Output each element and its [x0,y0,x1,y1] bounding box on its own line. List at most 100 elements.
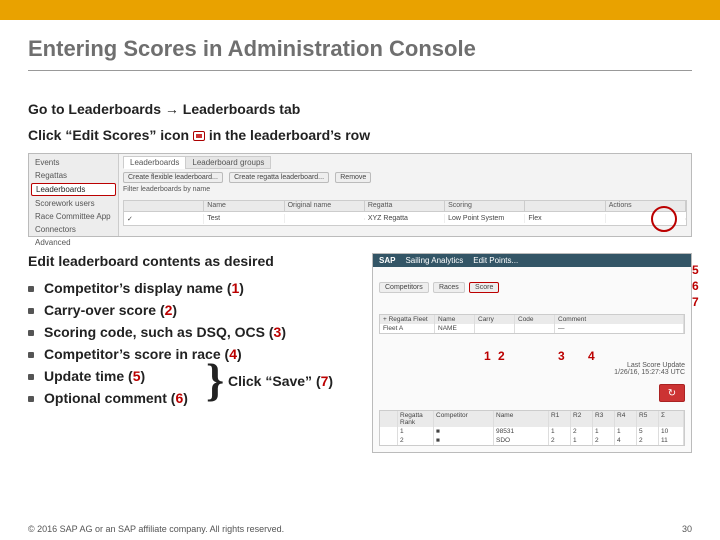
edit-tab: Competitors [379,282,429,293]
callout-5: 5 [692,263,699,277]
refresh-icon: ↻ [659,384,685,402]
col: R2 [571,411,593,427]
cell: 2 [398,436,434,445]
cell: 2 [637,436,659,445]
cell: ■ [434,427,494,436]
col: + Regatta Fleet [380,315,435,324]
instructions-heading: Edit leaderboard contents as desired [28,253,360,269]
arrow-right-icon: → [165,101,179,117]
col: Σ [659,411,684,427]
col: R3 [593,411,615,427]
cell: 2 [549,436,571,445]
cell: 1 [615,427,637,436]
product-name: Sailing Analytics [405,256,463,265]
instr-num: 5 [133,368,141,384]
modal-title: Edit Points... [473,256,518,265]
table-row: 2 ■ SDO 2 1 2 4 2 11 [380,436,684,445]
instr-text: Optional comment [44,390,167,406]
cell: — [555,324,684,333]
step-1: Go to Leaderboards → Leaderboards tab [28,101,692,117]
instr-num: 1 [232,280,240,296]
upper-grid: + Regatta Fleet Name Carry Code Comment … [379,314,685,334]
cell: 10 [659,427,684,436]
instr-num: 3 [274,324,282,340]
col [380,411,398,427]
sidebar-item: Events [29,156,118,169]
col: Original name [285,201,365,211]
callout-1: 1 [484,349,491,363]
admin-console-screenshot: Events Regattas Leaderboards Scorework u… [28,153,692,237]
col: Regatta Rank [398,411,434,427]
page-number: 30 [682,524,692,534]
modal-header: SAP Sailing Analytics Edit Points... [373,254,691,267]
filter-label: Filter leaderboards by name [123,186,210,193]
admin-tabs: LeaderboardsLeaderboard groups [123,156,270,169]
tab-leaderboard-groups: Leaderboard groups [185,156,271,169]
sidebar-item: Advanced [29,236,118,249]
last-score-update: Last Score Update 1/26/16, 15:27:43 UTC [614,362,685,376]
cell: ■ [434,436,494,445]
slide-footer: © 2016 SAP AG or an SAP affiliate compan… [0,524,720,534]
sidebar-item: Connectors [29,223,118,236]
instr-item: Competitor’s display name (1) [28,277,360,299]
admin-table-row: ✓ Test XYZ Regatta Low Point System Flex [123,212,687,226]
step-2-pre: Click “Edit Scores” icon [28,127,193,143]
cell: 1 [398,427,434,436]
instr-text: Carry-over score [44,302,156,318]
step-1-post: Leaderboards tab [179,101,300,117]
callout-4: 4 [588,349,595,363]
btn: Remove [335,172,371,183]
col: Code [515,315,555,324]
instr-text: Competitor’s score in race [44,346,221,362]
admin-sidebar: Events Regattas Leaderboards Scorework u… [29,154,119,236]
copyright: © 2016 SAP AG or an SAP affiliate compan… [28,524,284,534]
col: Actions [606,201,686,211]
cell [475,324,515,333]
cell: 98531 [494,427,549,436]
col [124,201,204,211]
lower-grid: Regatta Rank Competitor Name R1 R2 R3 R4… [379,410,685,446]
cell: Low Point System [445,214,525,223]
instr-text: Competitor’s display name [44,280,223,296]
admin-table-header: Name Original name Regatta Scoring Actio… [123,200,687,212]
col [525,201,605,211]
col: Competitor [434,411,494,427]
instr-text: Update time [44,368,124,384]
cell: SDO [494,436,549,445]
step-2: Click “Edit Scores” icon in the leaderbo… [28,127,692,143]
cell: 5 [637,427,659,436]
col: Comment [555,315,684,324]
table-row: 1 ■ 98531 1 2 1 1 5 10 [380,427,684,436]
instr-item: Carry-over score (2) [28,299,360,321]
instr-item: Competitor’s score in race (4) [28,343,360,365]
callout-7: 7 [692,295,699,309]
sidebar-item: Regattas [29,169,118,182]
callout-3: 3 [558,349,565,363]
cell: 4 [615,436,637,445]
col: Scoring [445,201,525,211]
instructions-list: Competitor’s display name (1) Carry-over… [28,277,360,409]
col: R5 [637,411,659,427]
cell: 2 [593,436,615,445]
copyright-text: © 2016 SAP AG or an SAP affiliate compan… [28,524,284,534]
slide-accent-bar [0,0,720,20]
instr-text: Scoring code, such as DSQ, OCS [44,324,265,340]
edit-points-screenshot: SAP Sailing Analytics Edit Points... Com… [372,253,692,453]
cell [380,427,398,436]
instr-num: 4 [229,346,237,362]
last-score-time: 1/26/16, 15:27:43 UTC [614,369,685,376]
title-rule [28,70,692,71]
step-2-post: in the leaderboard’s row [205,127,370,143]
cell: NAME [435,324,475,333]
col: Name [204,201,284,211]
cell: 1 [571,436,593,445]
page-title: Entering Scores in Administration Consol… [28,36,692,62]
cell: 1 [549,427,571,436]
edit-tab-selected: Score [469,282,499,293]
cell: 11 [659,436,684,445]
step-1-pre: Go to Leaderboards [28,101,165,117]
cell [380,436,398,445]
edit-tabs: Competitors Races Score [373,282,691,293]
callout-6: 6 [692,279,699,293]
col: Name [494,411,549,427]
